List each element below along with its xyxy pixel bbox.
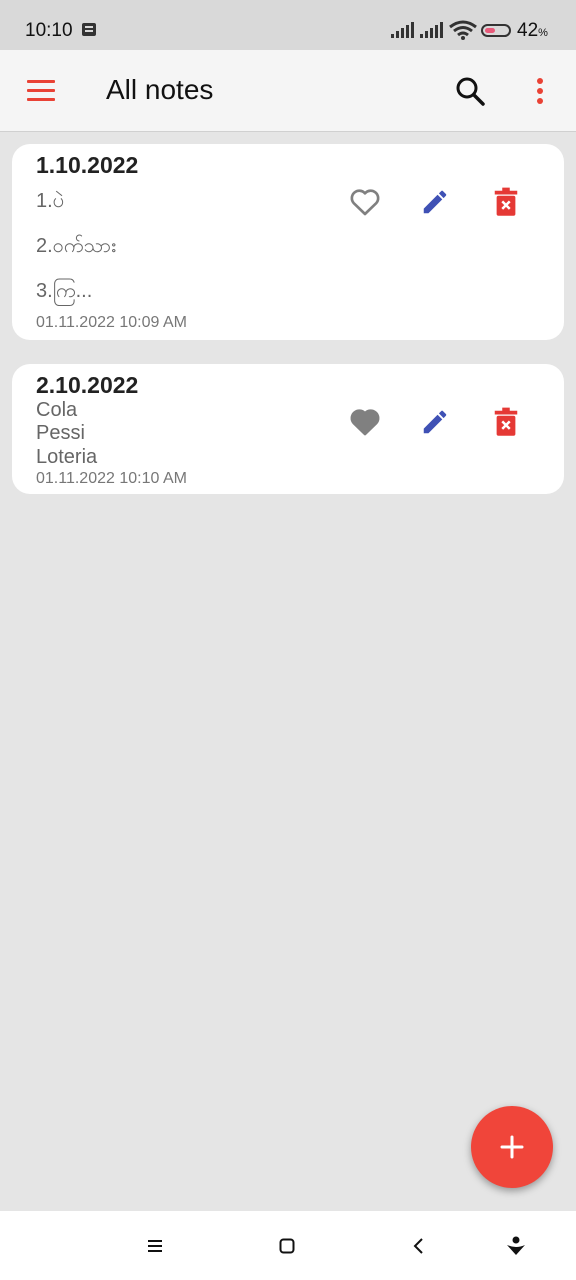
plus-icon [500,1135,524,1159]
note-line: Pessi [36,422,85,444]
recents-icon[interactable] [142,1233,168,1259]
status-bar: 10:10 42% [0,0,576,50]
message-icon [82,23,96,36]
signal-icon [391,22,415,38]
status-time: 10:10 [25,20,73,41]
favorite-button[interactable] [345,402,385,442]
search-icon[interactable] [452,73,488,109]
pencil-icon [423,190,447,214]
signal-icon [420,22,444,38]
delete-button[interactable] [486,402,526,442]
edit-button[interactable] [415,182,455,222]
battery-percent: 42% [517,20,548,41]
heart-outline-icon [350,189,380,216]
note-card[interactable]: 2.10.2022 Cola Pessi Loteria 01.11.2022 … [12,364,564,494]
pencil-icon [423,410,447,434]
back-icon[interactable] [406,1233,432,1259]
battery-icon [481,24,511,37]
note-line: Loteria [36,446,98,468]
delete-button[interactable] [486,182,526,222]
page-title: All notes [106,74,214,105]
wifi-icon [449,20,477,40]
assistant-icon[interactable] [503,1233,529,1259]
add-note-button[interactable] [471,1106,553,1188]
note-line: 3.ကြ... [36,280,93,302]
note-line: Cola [36,399,78,421]
app-bar: All notes [0,50,576,132]
note-card[interactable]: 1.10.2022 1.ပဲ 2.ဝက်သား 3.ကြ... 01.11.20… [12,144,564,340]
note-title: 2.10.2022 [36,372,139,398]
hamburger-menu-icon[interactable] [27,80,55,102]
trash-icon [494,407,518,436]
note-date: 01.11.2022 10:10 AM [36,470,187,487]
edit-button[interactable] [415,402,455,442]
note-date: 01.11.2022 10:09 AM [36,314,187,331]
heart-icon [350,409,380,436]
more-vert-icon[interactable] [526,75,554,107]
note-title: 1.10.2022 [36,152,139,178]
home-icon[interactable] [274,1233,300,1259]
system-nav-bar [0,1211,576,1280]
favorite-button[interactable] [345,182,385,222]
trash-icon [494,187,518,216]
note-line: 1.ပဲ [36,190,65,212]
note-line: 2.ဝက်သား [36,235,117,257]
